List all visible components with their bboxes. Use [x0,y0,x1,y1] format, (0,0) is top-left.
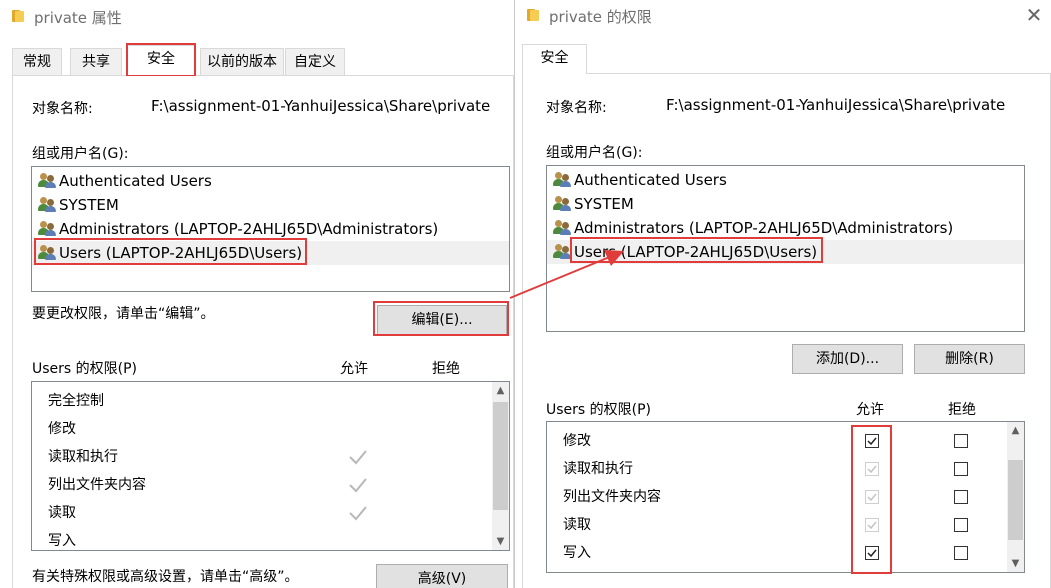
permission-row: 完全控制 [48,393,104,409]
scroll-down-icon[interactable]: ▼ [492,533,509,550]
allow-checkbox[interactable] [865,546,879,560]
groups-label: 组或用户名(G): [32,146,129,162]
allow-checkbox-inherited [865,490,879,504]
properties-dialog: private 属性 常规 共享 安全 以前的版本 自定义 对象名称: F:\a… [0,0,514,588]
permission-row: 写入 [48,533,76,549]
window-title: private 的权限 [549,8,652,26]
permission-row: 读取和执行 [32,443,492,471]
window-title: private 属性 [34,9,122,27]
tab-general[interactable]: 常规 [12,48,62,75]
list-item[interactable]: Authenticated Users [547,168,1024,192]
user-group-icon [553,196,571,211]
folder-icon [12,9,26,23]
permissions-list[interactable]: 修改 读取和执行 列出文件夹内容 读取 写入 ▲ ▼ [546,421,1025,573]
deny-header: 拒绝 [432,361,460,377]
user-group-icon [38,197,56,212]
deny-checkbox[interactable] [954,518,968,532]
remove-button[interactable]: 删除(R) [914,344,1025,374]
tab-security[interactable]: 安全 [127,45,195,75]
add-button[interactable]: 添加(D)... [792,344,903,374]
permission-row: 读取 [547,511,1007,539]
scroll-thumb[interactable] [1008,460,1023,540]
object-name-value: F:\assignment-01-YanhuiJessica\Share\pri… [151,97,491,115]
list-item-selected[interactable]: Users (LAPTOP-2AHLJ65D\Users) [32,241,509,265]
permissions-label: Users 的权限(P) [546,402,652,418]
deny-checkbox[interactable] [954,490,968,504]
list-item[interactable]: Authenticated Users [32,169,509,193]
tab-security[interactable]: 安全 [522,44,587,74]
list-item[interactable]: SYSTEM [32,193,509,217]
tab-previous-versions[interactable]: 以前的版本 [200,48,284,75]
user-group-icon [553,220,571,235]
permission-row: 读取和执行 [547,455,1007,483]
scroll-thumb[interactable] [493,402,508,510]
deny-checkbox[interactable] [954,434,968,448]
deny-checkbox[interactable] [954,462,968,476]
object-name-label: 对象名称: [546,100,607,116]
scroll-down-icon[interactable]: ▼ [1007,555,1024,572]
groups-list[interactable]: Authenticated Users SYSTEM Administrator… [31,166,510,292]
edit-button[interactable]: 编辑(E)... [377,305,507,335]
permissions-label: Users 的权限(P) [32,361,138,377]
permissions-scrollbar[interactable]: ▲ ▼ [492,382,509,550]
allow-header: 允许 [856,402,884,418]
allow-checkbox-inherited [865,518,879,532]
folder-icon [527,8,541,22]
permissions-scrollbar[interactable]: ▲ ▼ [1007,422,1024,572]
deny-checkbox[interactable] [954,546,968,560]
list-item[interactable]: Administrators (LAPTOP-2AHLJ65D\Administ… [32,217,509,241]
inherited-check-icon [349,478,367,493]
list-item[interactable]: SYSTEM [547,192,1024,216]
deny-header: 拒绝 [948,402,976,418]
allow-checkbox[interactable] [865,434,879,448]
permissions-list[interactable]: 完全控制 修改 读取和执行 列出文件夹内容 读取 写入 ▲ ▼ [31,381,510,551]
tab-sharing[interactable]: 共享 [70,48,122,75]
scroll-up-icon[interactable]: ▲ [1007,422,1024,439]
advanced-hint: 有关特殊权限或高级设置，请单击“高级”。 [32,569,299,585]
groups-label: 组或用户名(G): [546,145,643,161]
title-bar: private 的权限 ✕ [515,0,1051,34]
permission-row: 读取 [32,499,492,527]
change-hint: 要更改权限，请单击“编辑”。 [32,306,215,322]
tab-customize[interactable]: 自定义 [285,48,345,75]
object-name-label: 对象名称: [32,101,93,117]
permission-row: 列出文件夹内容 [32,471,492,499]
scroll-up-icon[interactable]: ▲ [492,382,509,399]
advanced-button[interactable]: 高级(V) [376,564,508,588]
inherited-check-icon [349,450,367,465]
title-bar: private 属性 [0,0,514,34]
user-group-icon [553,172,571,187]
close-icon[interactable]: ✕ [1025,5,1043,25]
list-item[interactable]: Administrators (LAPTOP-2AHLJ65D\Administ… [547,216,1024,240]
object-name-value: F:\assignment-01-YanhuiJessica\Share\pri… [666,96,1006,114]
permission-row: 修改 [547,427,1007,455]
user-group-icon [38,221,56,236]
permission-row: 修改 [48,421,76,437]
permission-row: 写入 [547,539,1007,567]
inherited-check-icon [349,506,367,521]
user-group-icon [38,173,56,188]
allow-checkbox-inherited [865,462,879,476]
user-group-icon [38,245,56,260]
permission-row: 列出文件夹内容 [547,483,1007,511]
allow-header: 允许 [340,361,368,377]
annotation-arrow-icon [509,250,624,299]
